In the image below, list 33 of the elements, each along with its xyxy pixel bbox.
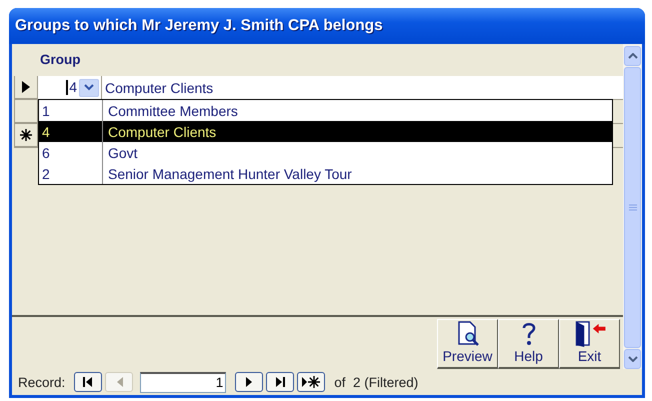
question-mark-icon [520, 321, 536, 347]
first-icon [83, 377, 94, 387]
new-record-button[interactable] [297, 372, 326, 392]
magnifier-page-icon [456, 321, 480, 347]
scroll-down-icon [628, 356, 638, 362]
last-icon [275, 377, 286, 387]
preview-button[interactable]: Preview [437, 319, 498, 369]
previous-icon [116, 377, 123, 387]
group-combo-field[interactable]: 4 [38, 76, 102, 99]
record-label: Record: [18, 374, 66, 390]
last-record-button[interactable] [266, 372, 294, 392]
row-selector[interactable] [14, 124, 38, 147]
window-title: Groups to which Mr Jeremy J. Smith CPA belongs [15, 17, 383, 35]
vertical-scrollbar[interactable] [623, 44, 642, 369]
new-record-nav-icon [302, 376, 320, 388]
current-record-icon [22, 81, 30, 93]
group-id-value: 4 [66, 80, 77, 95]
new-record-icon [20, 129, 32, 141]
help-button[interactable]: Help [498, 319, 559, 369]
column-header: Group [39, 51, 82, 69]
next-icon [246, 377, 253, 387]
row-selector[interactable] [14, 76, 38, 99]
scroll-up-icon [628, 53, 638, 59]
exit-button[interactable]: Exit [559, 319, 620, 369]
grip-icon [628, 204, 636, 211]
record-number-field[interactable]: 1 [140, 372, 226, 392]
next-record-button[interactable] [235, 372, 264, 392]
record-count: of 2 (Filtered) [334, 374, 418, 390]
group-name-cell: Computer Clients [102, 76, 623, 99]
first-record-button[interactable] [74, 372, 102, 392]
dropdown-button[interactable] [79, 78, 99, 96]
chevron-down-icon [84, 84, 94, 91]
dropdown-option[interactable]: 4 Computer Clients [39, 121, 612, 142]
